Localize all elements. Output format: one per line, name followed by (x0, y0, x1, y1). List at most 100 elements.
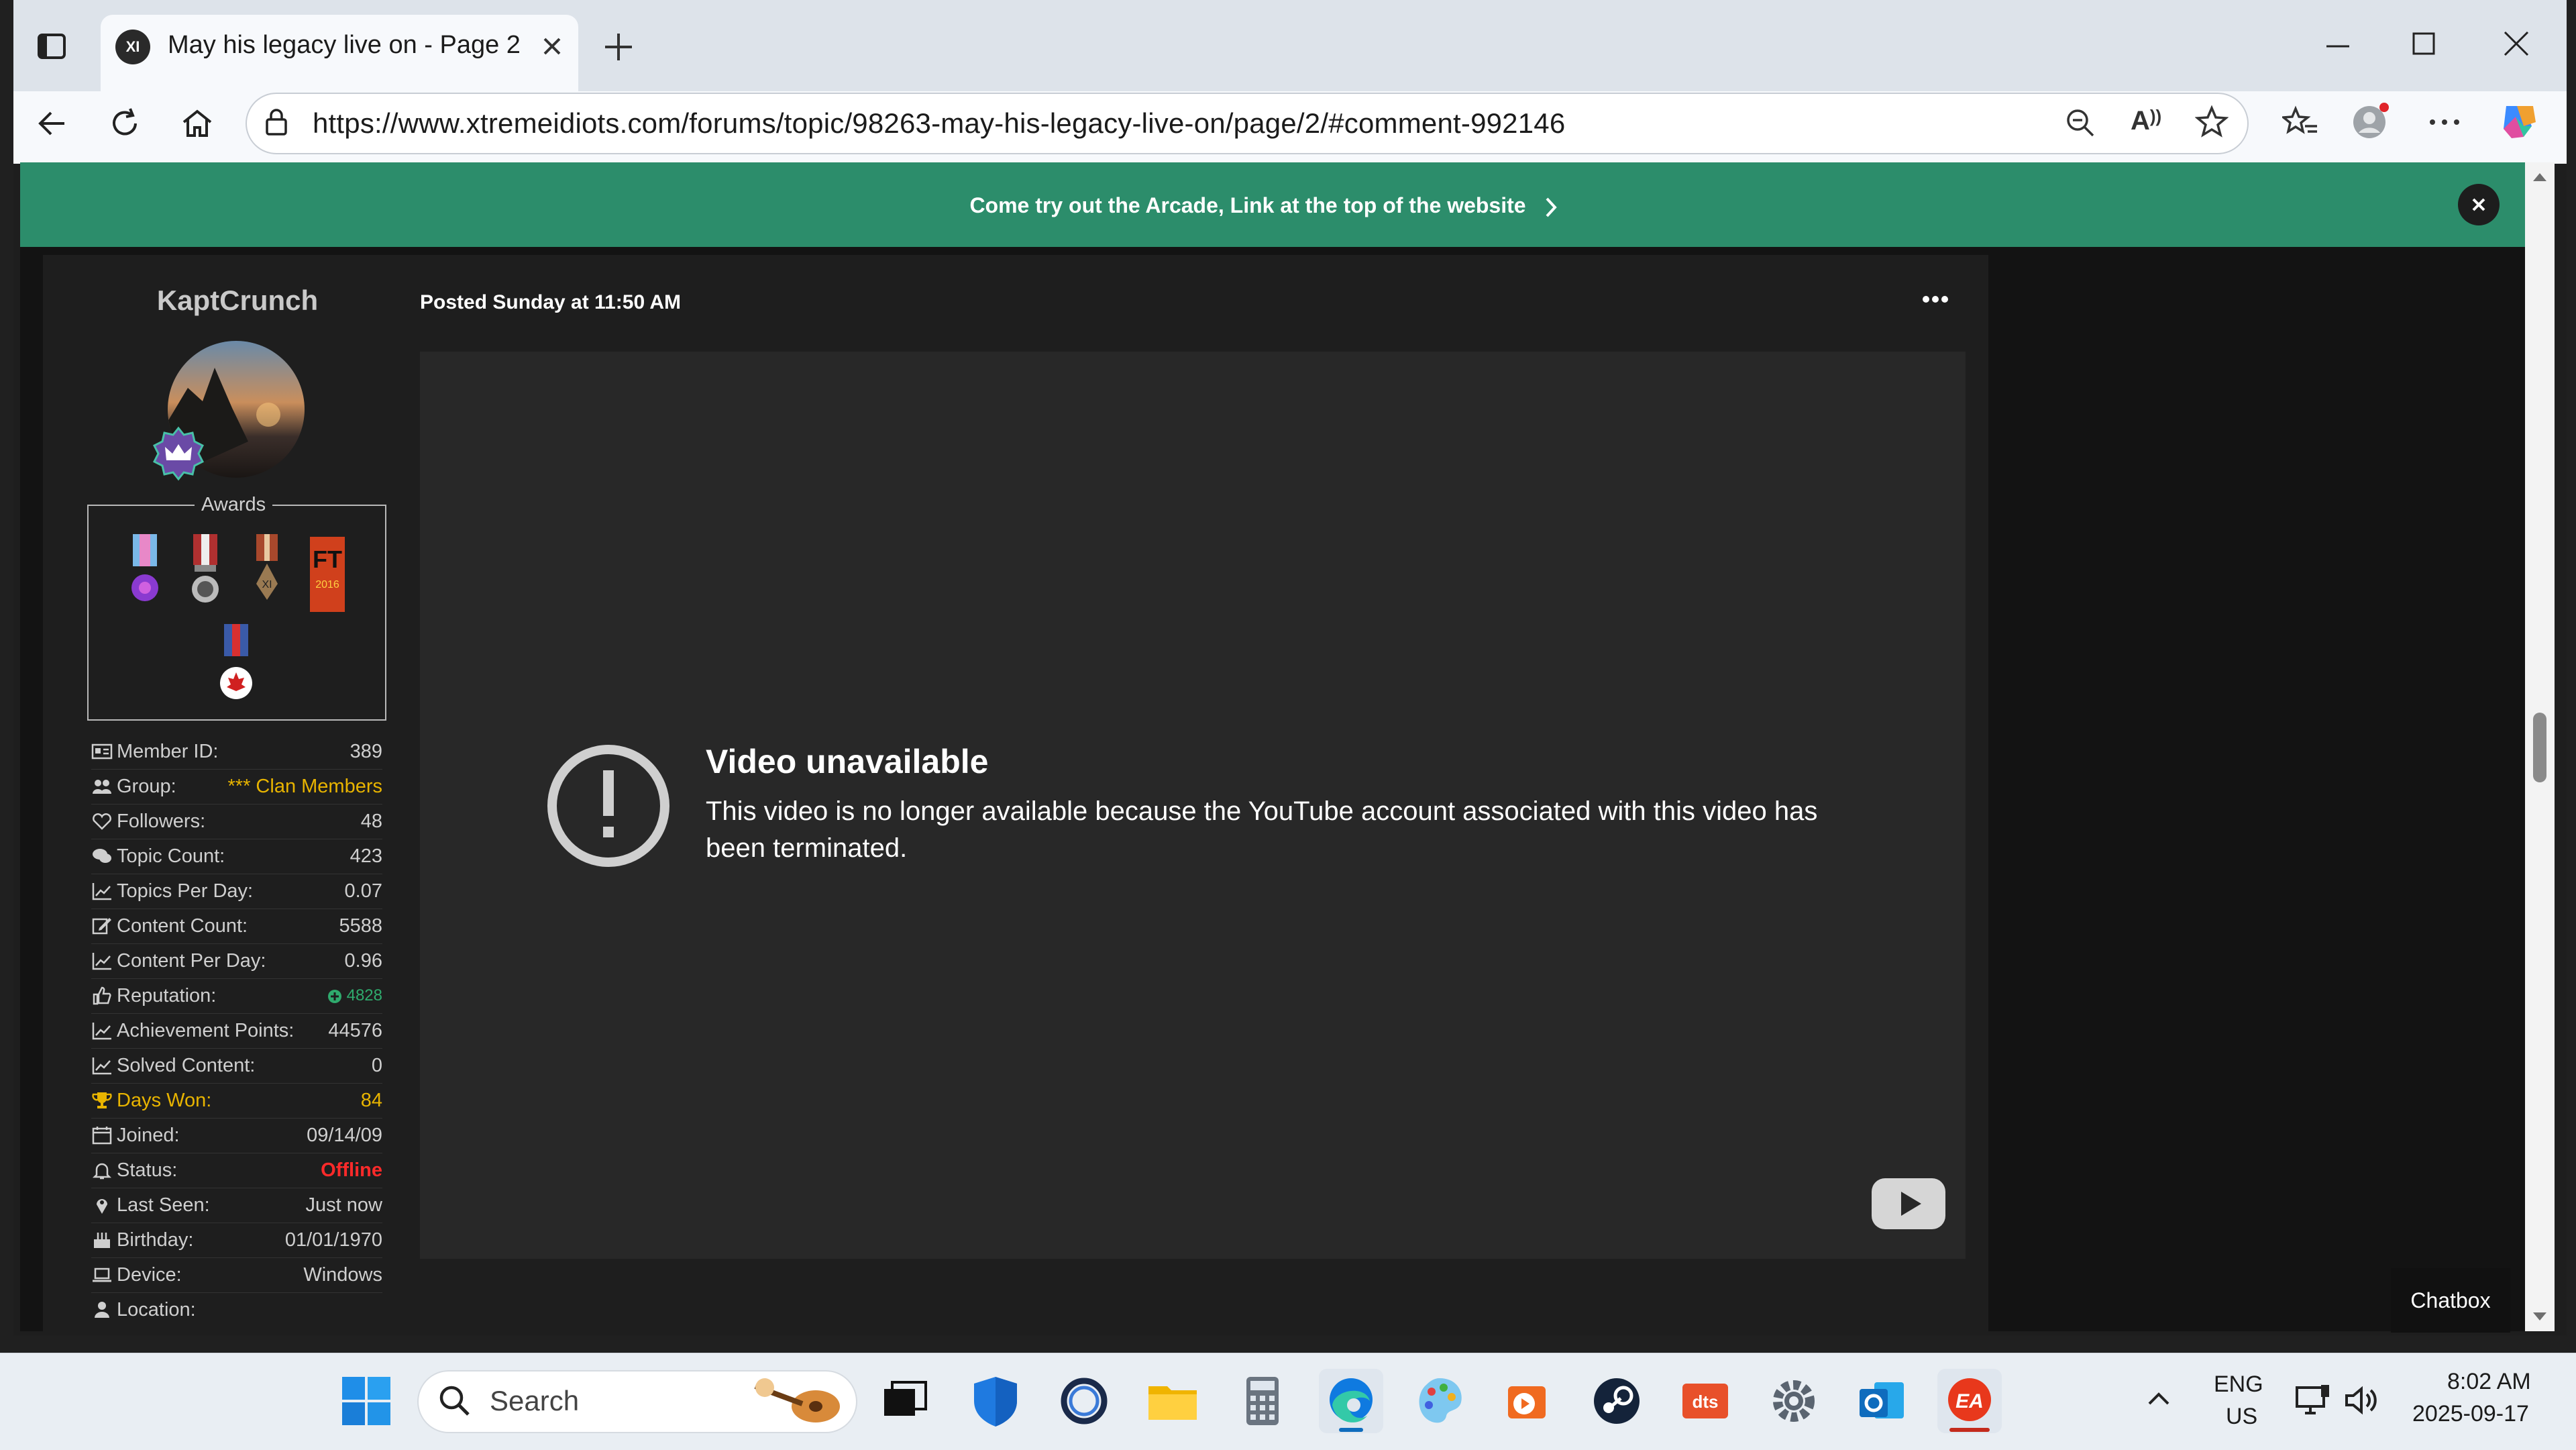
stat-value[interactable]: 48 (361, 811, 382, 833)
banner-close-button[interactable] (2458, 184, 2500, 225)
back-button[interactable] (34, 105, 71, 142)
search-placeholder[interactable]: Search (490, 1385, 579, 1417)
favorite-star-icon[interactable] (2195, 105, 2229, 138)
lock-icon[interactable] (263, 107, 290, 137)
language-indicator-line1[interactable]: ENG (2214, 1371, 2263, 1398)
id-card-icon (91, 743, 113, 760)
stat-achievement-points: Achievement Points: 44576 (91, 1013, 382, 1049)
show-hidden-icons-chevron-icon[interactable] (2144, 1385, 2174, 1414)
svg-text:XI: XI (262, 579, 272, 590)
profile-avatar-icon[interactable] (2349, 99, 2392, 142)
thumbs-up-icon (93, 986, 111, 1005)
stat-value[interactable]: 84 (361, 1090, 382, 1112)
windows-security-icon[interactable] (963, 1369, 1028, 1433)
outlook-icon[interactable] (1850, 1369, 1915, 1433)
clock-date[interactable]: 2025-09-17 (2412, 1401, 2529, 1427)
stat-label: Status: (117, 1159, 178, 1181)
stat-label: Content Per Day: (117, 949, 266, 972)
stat-group: Group: *** Clan Members (91, 769, 382, 805)
stat-label: Days Won: (117, 1089, 212, 1111)
ea-app-icon[interactable]: EA (1937, 1369, 2002, 1433)
tab-actions-icon[interactable] (36, 31, 67, 62)
home-button[interactable] (178, 105, 216, 142)
post-date[interactable]: Posted Sunday at 11:50 AM (420, 291, 681, 314)
task-view-icon[interactable] (872, 1369, 936, 1433)
video-unavailable-title: Video unavailable (706, 743, 989, 780)
windows-start-icon[interactable] (339, 1374, 393, 1428)
steam-icon[interactable] (1585, 1369, 1649, 1433)
stat-label: Last Seen: (117, 1194, 210, 1216)
clock-time[interactable]: 8:02 AM (2447, 1369, 2531, 1395)
cortana-ring-icon[interactable] (1052, 1369, 1116, 1433)
stat-member-id: Member ID: 389 (91, 734, 382, 770)
award-medal-canada-icon[interactable] (216, 624, 256, 705)
stat-days-won: Days Won: 84 (91, 1083, 382, 1119)
calculator-icon[interactable] (1230, 1369, 1295, 1433)
file-explorer-icon[interactable] (1140, 1369, 1205, 1433)
edge-browser-icon[interactable] (1319, 1369, 1383, 1433)
scrollbar-thumb[interactable] (2533, 713, 2546, 782)
stat-value: Just now (305, 1194, 382, 1216)
stat-value: 5588 (339, 915, 382, 937)
network-icon[interactable] (2294, 1384, 2332, 1417)
trophy-icon (92, 1092, 112, 1108)
stat-topic-count: Topic Count: 423 (91, 839, 382, 874)
stat-label: Birthday: (117, 1229, 194, 1251)
volume-icon[interactable] (2343, 1384, 2379, 1417)
stat-solved-content: Solved Content: 0 (91, 1048, 382, 1084)
warning-exclamation-icon (546, 743, 671, 868)
media-player-icon[interactable] (1495, 1369, 1559, 1433)
stat-value: 01/01/1970 (284, 1229, 382, 1251)
search-highlight-guitar-icon (749, 1374, 849, 1428)
author-username[interactable]: KaptCrunch (87, 284, 388, 317)
award-ft-2016-icon[interactable]: FT 2016 (307, 537, 347, 612)
group-icon (93, 780, 111, 794)
award-medal-purple-icon[interactable] (125, 534, 165, 612)
stat-location: Location: (91, 1292, 382, 1327)
stat-value: 4828 (327, 986, 382, 1005)
new-tab-button[interactable] (601, 30, 636, 64)
stat-value: 0.07 (344, 880, 382, 902)
banner-chevron-icon[interactable] (1543, 195, 1560, 220)
dts-audio-icon[interactable]: dts (1673, 1369, 1737, 1433)
post-options-icon[interactable] (1919, 287, 1952, 311)
url-text[interactable]: https://www.xtremeidiots.com/forums/topi… (313, 107, 1565, 140)
stat-value[interactable]: *** Clan Members (228, 776, 382, 798)
stat-label: Content Count: (117, 915, 248, 937)
site-favicon-icon: XI (115, 30, 150, 64)
maximize-button[interactable] (2407, 27, 2440, 60)
zoom-out-icon[interactable] (2065, 107, 2096, 138)
stat-reputation: Reputation: 4828 (91, 978, 382, 1014)
chart-icon (92, 1057, 111, 1075)
chart-icon (92, 953, 111, 970)
minimize-button[interactable] (2321, 30, 2355, 63)
tab-close-icon[interactable] (539, 34, 565, 59)
scroll-down-arrow-icon[interactable] (2530, 1307, 2549, 1326)
bell-icon (92, 1163, 112, 1180)
banner-text[interactable]: Come try out the Arcade, Link at the top… (0, 193, 2496, 218)
stat-value: 389 (350, 740, 382, 762)
stat-value: 44576 (328, 1019, 382, 1041)
more-options-icon[interactable] (2426, 105, 2463, 138)
stat-label: Group: (117, 775, 176, 797)
close-window-button[interactable] (2500, 27, 2533, 60)
stat-label: Achievement Points: (117, 1019, 294, 1041)
scroll-up-arrow-icon[interactable] (2530, 168, 2549, 187)
language-indicator-line2[interactable]: US (2226, 1404, 2257, 1430)
stat-label: Reputation: (117, 984, 217, 1006)
award-medal-xi-icon[interactable]: XI (247, 534, 287, 608)
award-medal-silver-icon[interactable] (185, 534, 225, 612)
refresh-button[interactable] (106, 105, 144, 142)
favorites-list-icon[interactable] (2282, 105, 2318, 138)
chatbox-button[interactable]: Chatbox (2391, 1268, 2510, 1333)
stat-value: Windows (303, 1263, 382, 1286)
stat-value: 423 (350, 845, 382, 867)
copilot-icon[interactable] (2497, 99, 2541, 144)
youtube-logo-icon[interactable] (1870, 1177, 1947, 1231)
stat-label: Location: (117, 1298, 196, 1320)
svg-text:2016: 2016 (315, 579, 339, 590)
stat-content-per-day: Content Per Day: 0.96 (91, 943, 382, 979)
read-aloud-icon[interactable]: A)) (2131, 106, 2161, 136)
paint-icon[interactable] (1407, 1369, 1472, 1433)
settings-gear-icon[interactable] (1762, 1369, 1826, 1433)
